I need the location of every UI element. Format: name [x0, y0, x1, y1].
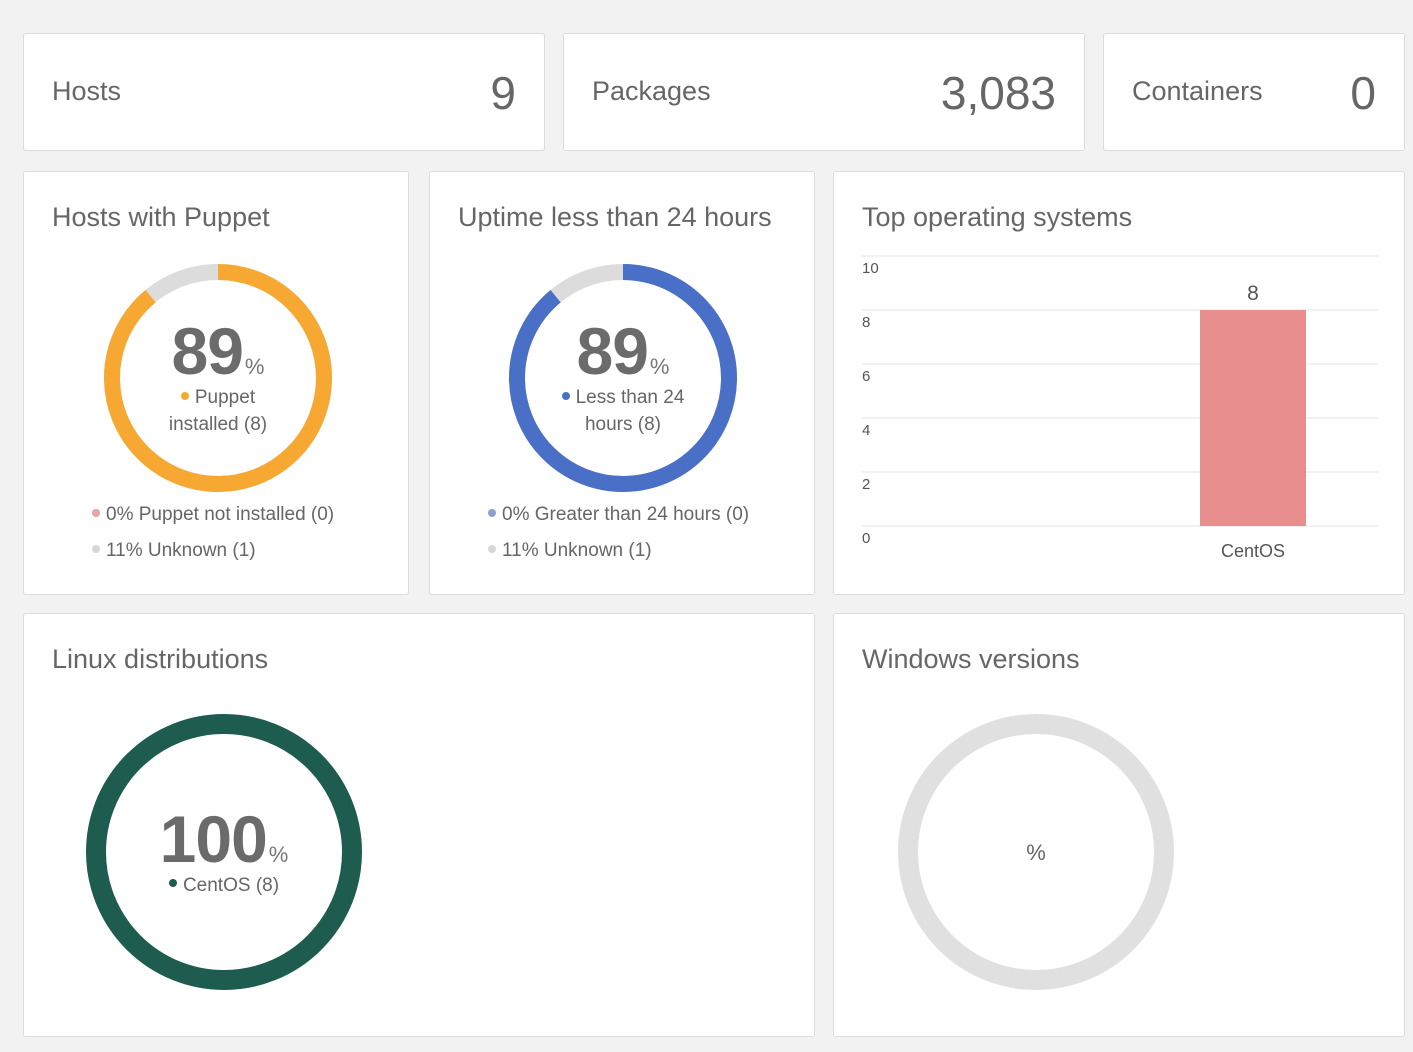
legend-item-greater-than-24[interactable]: 0% Greater than 24 hours (0) — [488, 504, 749, 526]
donut-center: 89% Less than 24 hours (8) — [507, 262, 739, 494]
y-tick-label: 6 — [862, 368, 870, 385]
legend-text: 11% Unknown (1) — [502, 540, 652, 561]
percent-sign: % — [244, 354, 265, 379]
uptime-card: Uptime less than 24 hours 89% Less than … — [429, 171, 815, 595]
y-tick-label: 10 — [862, 260, 879, 277]
puppet-donut[interactable]: 89% Puppet installed (8) — [102, 262, 334, 494]
stat-value: 9 — [490, 67, 516, 119]
bar-chart: 0 2 4 6 8 10 8 CentOS — [862, 255, 1378, 561]
center-label: Puppet installed (8) — [148, 384, 288, 438]
legend-item-unknown[interactable]: 11% Unknown (1) — [92, 540, 256, 562]
stat-label: Containers — [1132, 76, 1263, 106]
percent-value: 89 — [576, 314, 649, 388]
donut-center: 100% CentOS (8) — [86, 714, 362, 990]
legend-text: 0% Puppet not installed (0) — [106, 504, 335, 525]
uptime-donut[interactable]: 89% Less than 24 hours (8) — [507, 262, 739, 494]
percent-value: 100 — [159, 801, 268, 876]
legend-dot-icon — [168, 879, 177, 888]
donut-center: % — [898, 714, 1174, 990]
linux-donut[interactable]: 100% CentOS (8) — [86, 714, 362, 990]
card-title: Hosts with Puppet — [52, 202, 270, 232]
percent-sign: % — [649, 354, 670, 379]
y-tick-label: 8 — [862, 314, 870, 331]
center-label: Less than 24 hours (8) — [553, 384, 693, 438]
windows-card: Windows versions % — [833, 613, 1405, 1037]
stat-value: 3,083 — [940, 67, 1056, 119]
y-tick-label: 2 — [862, 476, 870, 493]
legend-dot-icon — [92, 508, 100, 517]
windows-donut[interactable]: % — [898, 714, 1174, 990]
bar-data-label: 8 — [1247, 282, 1259, 305]
card-title: Windows versions — [862, 644, 1080, 674]
stat-card-packages[interactable]: Packages 3,083 — [563, 33, 1085, 151]
legend-text: 0% Greater than 24 hours (0) — [502, 504, 750, 525]
center-label: CentOS (8) — [168, 872, 280, 899]
card-title: Linux distributions — [52, 644, 269, 674]
stat-label: Packages — [592, 76, 711, 106]
percent-sign: % — [268, 841, 289, 867]
card-title: Uptime less than 24 hours — [458, 202, 772, 232]
legend-dot-icon — [92, 544, 100, 553]
stat-card-hosts[interactable]: Hosts 9 — [23, 33, 545, 151]
legend-item-not-installed[interactable]: 0% Puppet not installed (0) — [92, 504, 334, 526]
stat-label: Hosts — [52, 76, 122, 106]
y-tick-label: 4 — [862, 422, 870, 439]
center-label-text: Less than 24 hours (8) — [575, 387, 685, 435]
linux-card: Linux distributions 100% CentOS (8) — [23, 613, 815, 1037]
percent-value: 89 — [171, 314, 244, 388]
y-tick-label: 0 — [862, 530, 870, 547]
stat-card-containers[interactable]: Containers 0 — [1103, 33, 1405, 151]
puppet-card: Hosts with Puppet 89% Puppet installed (… — [23, 171, 409, 595]
top-os-card: Top operating systems 0 2 4 6 8 10 8 CentOS — [833, 171, 1405, 595]
stat-value: 0 — [1350, 67, 1376, 119]
legend-dot-icon — [561, 391, 570, 400]
center-label: % — [1026, 839, 1046, 865]
x-tick-label: CentOS — [1221, 541, 1285, 561]
legend-item-unknown[interactable]: 11% Unknown (1) — [488, 540, 652, 562]
legend-dot-icon — [488, 508, 496, 517]
center-label-text: CentOS (8) — [182, 874, 280, 896]
legend-dot-icon — [180, 391, 189, 400]
bar-centos[interactable] — [1200, 310, 1306, 526]
legend-text: 11% Unknown (1) — [106, 540, 256, 561]
legend-dot-icon — [488, 544, 496, 553]
donut-center: 89% Puppet installed (8) — [102, 262, 334, 494]
